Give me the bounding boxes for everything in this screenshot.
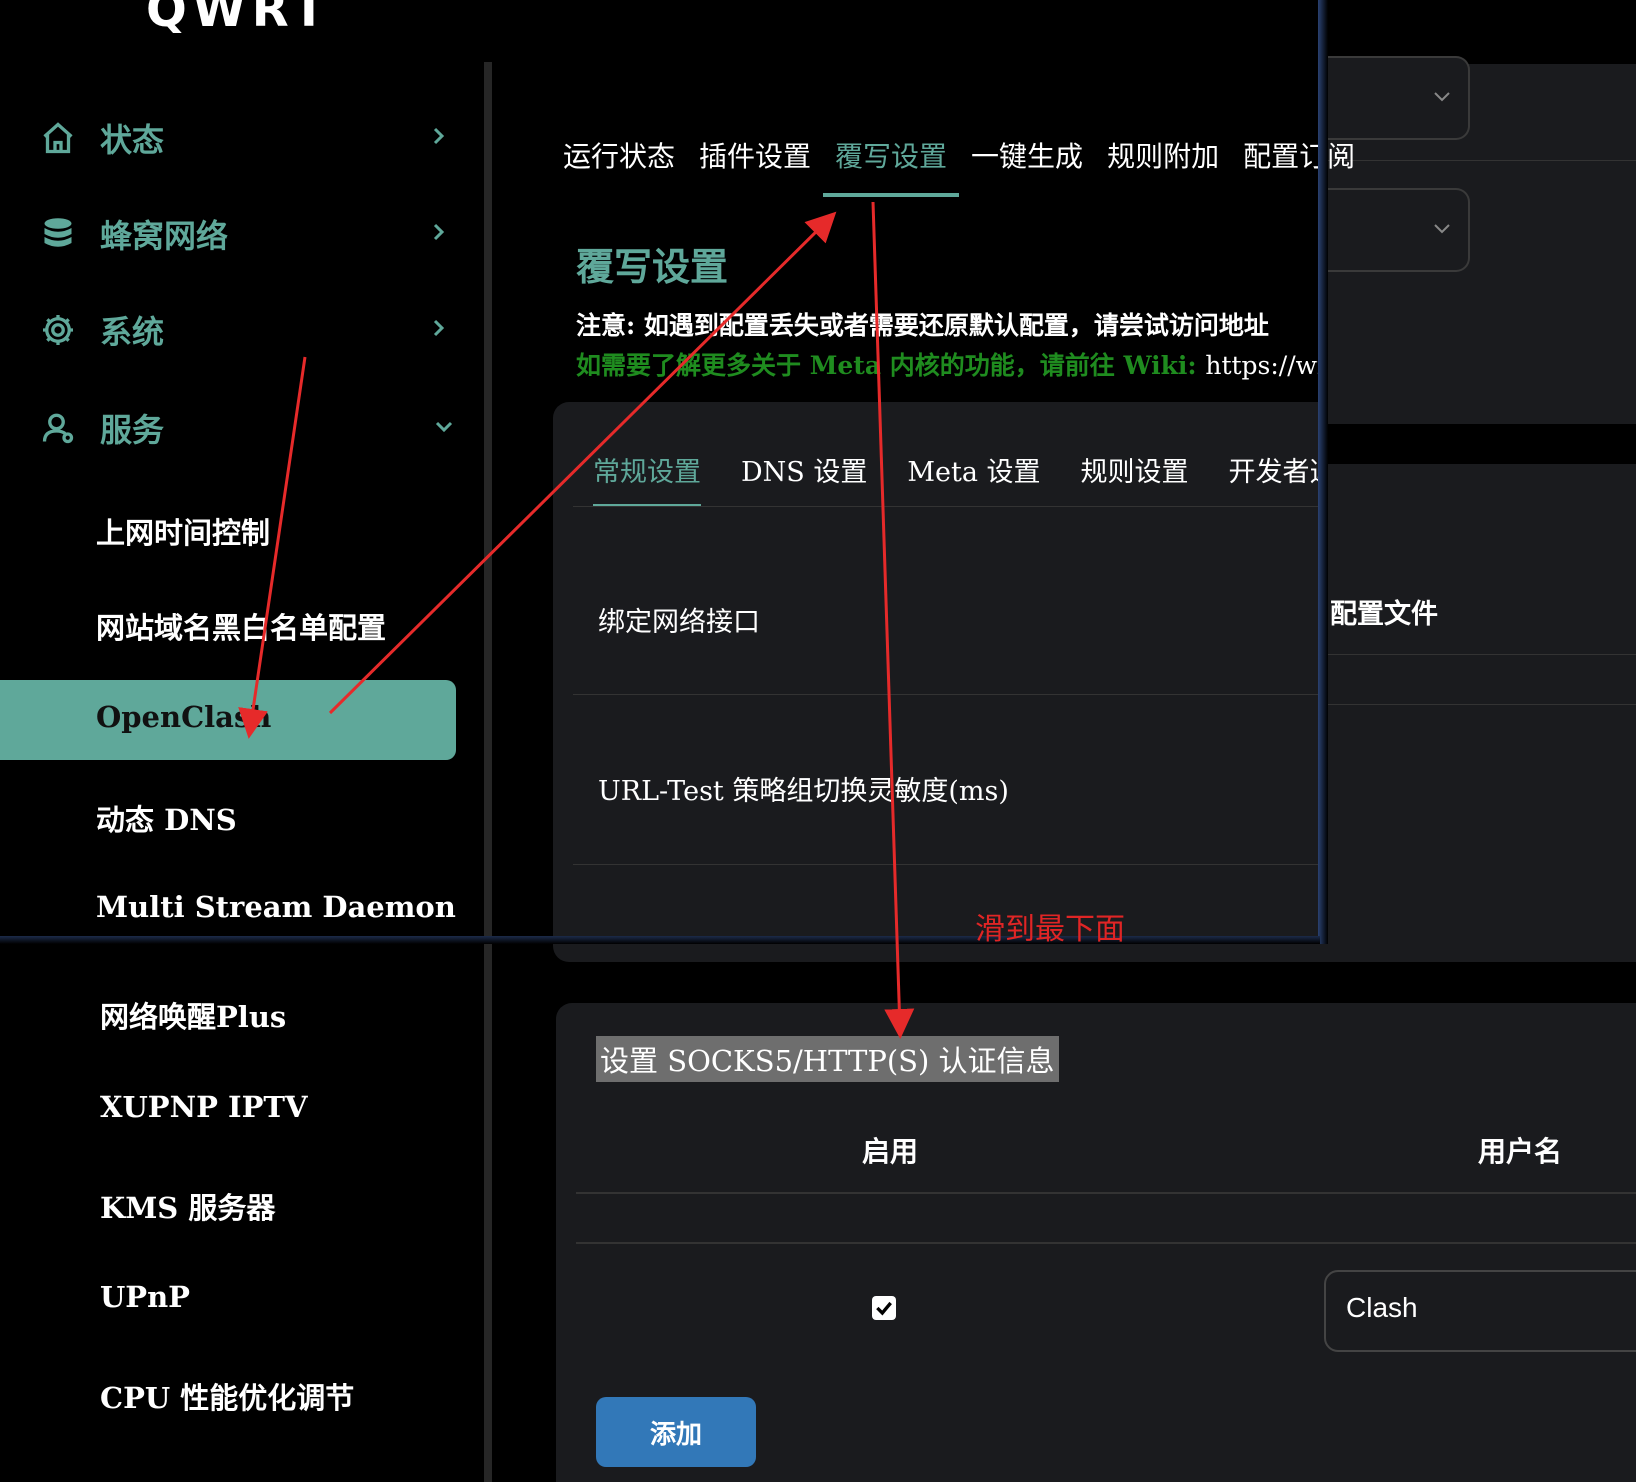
sidebar-item-cellular[interactable]: 蜂窝网络 (40, 204, 450, 264)
chevron-down-icon (435, 421, 453, 433)
tab-plugin-settings[interactable]: 插件设置 (699, 135, 811, 175)
tab-meta-settings[interactable]: Meta 设置 (907, 450, 1040, 489)
tab-config-subscribe[interactable]: 配置订阅 (1243, 135, 1355, 175)
tab-override-settings[interactable]: 覆写设置 (823, 135, 960, 197)
wiki-link[interactable]: https://wi (1205, 351, 1325, 380)
divider (1320, 654, 1636, 655)
divider (573, 506, 1320, 507)
chevron-right-icon (433, 319, 445, 337)
tab-rule-settings[interactable]: 规则设置 (1081, 450, 1189, 489)
tab-one-click[interactable]: 一键生成 (971, 135, 1083, 175)
gear-icon (43, 315, 73, 345)
sidebar-item-services[interactable]: 服务 (40, 398, 453, 458)
bind-interface-label: 绑定网络接口 (598, 607, 760, 638)
chevron-down-icon (1434, 92, 1450, 102)
background-panel (1320, 464, 1636, 962)
sidebar-subitem-openclash[interactable]: OpenClash (0, 680, 456, 760)
sidebar-item-label: 蜂窝网络 (100, 217, 229, 255)
tab-dns-settings[interactable]: DNS 设置 (741, 450, 867, 489)
sidebar-subitem-time-control[interactable]: 上网时间控制 (96, 510, 270, 552)
divider (576, 1192, 1636, 1194)
app-logo: QWRT (146, 0, 332, 38)
username-value: Clash (1346, 1292, 1418, 1323)
sub-tabs: 常规设置 DNS 设置 Meta 设置 规则设置 开发者选项 (593, 450, 1320, 507)
column-header-username: 用户名 (1478, 1135, 1563, 1168)
url-test-sensitivity-label: URL-Test 策略组切换灵敏度(ms) (598, 776, 1009, 807)
column-header-enable: 启用 (862, 1135, 919, 1168)
config-file-label: 配置文件 (1330, 599, 1438, 630)
overlay-edge (1318, 0, 1328, 944)
sidebar-subitem-cpu-tuning[interactable]: CPU 性能优化调节 (100, 1375, 354, 1417)
divider (1320, 704, 1636, 705)
wiki-note-text: 如需要了解更多关于 Meta 内核的功能，请前往 Wiki: (576, 351, 1197, 380)
username-field[interactable]: Clash (1324, 1270, 1636, 1352)
sidebar-divider (484, 62, 492, 1482)
sidebar-item-label: 状态 (100, 121, 165, 159)
divider (576, 1242, 1636, 1244)
sidebar-subitem-ddns[interactable]: 动态 DNS (96, 797, 237, 839)
sidebar-subitem-multi-stream[interactable]: Multi Stream Daemon (96, 890, 456, 924)
sidebar-subitem-domain-list[interactable]: 网站域名黑白名单配置 (96, 605, 386, 647)
sidebar-subitem-xupnp-iptv[interactable]: XUPNP IPTV (100, 1090, 307, 1124)
sidebar-subitem-kms[interactable]: KMS 服务器 (100, 1185, 275, 1227)
enable-checkbox[interactable] (872, 1296, 896, 1320)
chevron-down-icon (1434, 224, 1450, 234)
sidebar-item-label: 系统 (100, 313, 165, 351)
tab-rules-append[interactable]: 规则附加 (1107, 135, 1219, 175)
home-icon (43, 122, 73, 154)
settings-panel: 常规设置 DNS 设置 Meta 设置 规则设置 开发者选项 绑定网络接口 UR… (553, 402, 1320, 962)
add-button[interactable]: 添加 (596, 1397, 756, 1467)
database-icon (44, 218, 72, 247)
sidebar-subitem-upnp[interactable]: UPnP (100, 1280, 190, 1314)
annotation-text: 滑到最下面 (975, 912, 1125, 947)
background-select (1320, 56, 1470, 140)
chevron-right-icon (433, 127, 445, 145)
chevron-right-icon (433, 223, 445, 241)
background-select (1320, 188, 1470, 272)
auth-section-title: 设置 SOCKS5/HTTP(S) 认证信息 (596, 1036, 1059, 1082)
tab-general-settings[interactable]: 常规设置 (593, 450, 701, 507)
tab-developer-options[interactable]: 开发者选项 (1229, 450, 1320, 489)
checkmark-icon (876, 1301, 892, 1316)
tab-status[interactable]: 运行状态 (563, 135, 675, 175)
main-tabs: 运行状态 插件设置 覆写设置 一键生成 规则附加 配置订阅 (563, 135, 1355, 197)
page-title: 覆写设置 (576, 244, 729, 289)
sidebar-subitem-label: OpenClash (96, 700, 272, 734)
sidebar-subitem-wol-plus[interactable]: 网络唤醒Plus (100, 994, 286, 1036)
note-text: 注意: 如遇到配置丢失或者需要还原默认配置，请尝试访问地址 (576, 311, 1269, 340)
divider (1320, 160, 1636, 161)
sidebar-item-label: 服务 (100, 411, 165, 449)
divider (573, 694, 1320, 695)
user-icon (42, 413, 74, 444)
wiki-note: 如需要了解更多关于 Meta 内核的功能，请前往 Wiki: https://w… (576, 346, 1325, 382)
divider (573, 864, 1320, 865)
sidebar-item-status[interactable]: 状态 (40, 108, 450, 168)
sidebar-item-system[interactable]: 系统 (40, 300, 450, 360)
